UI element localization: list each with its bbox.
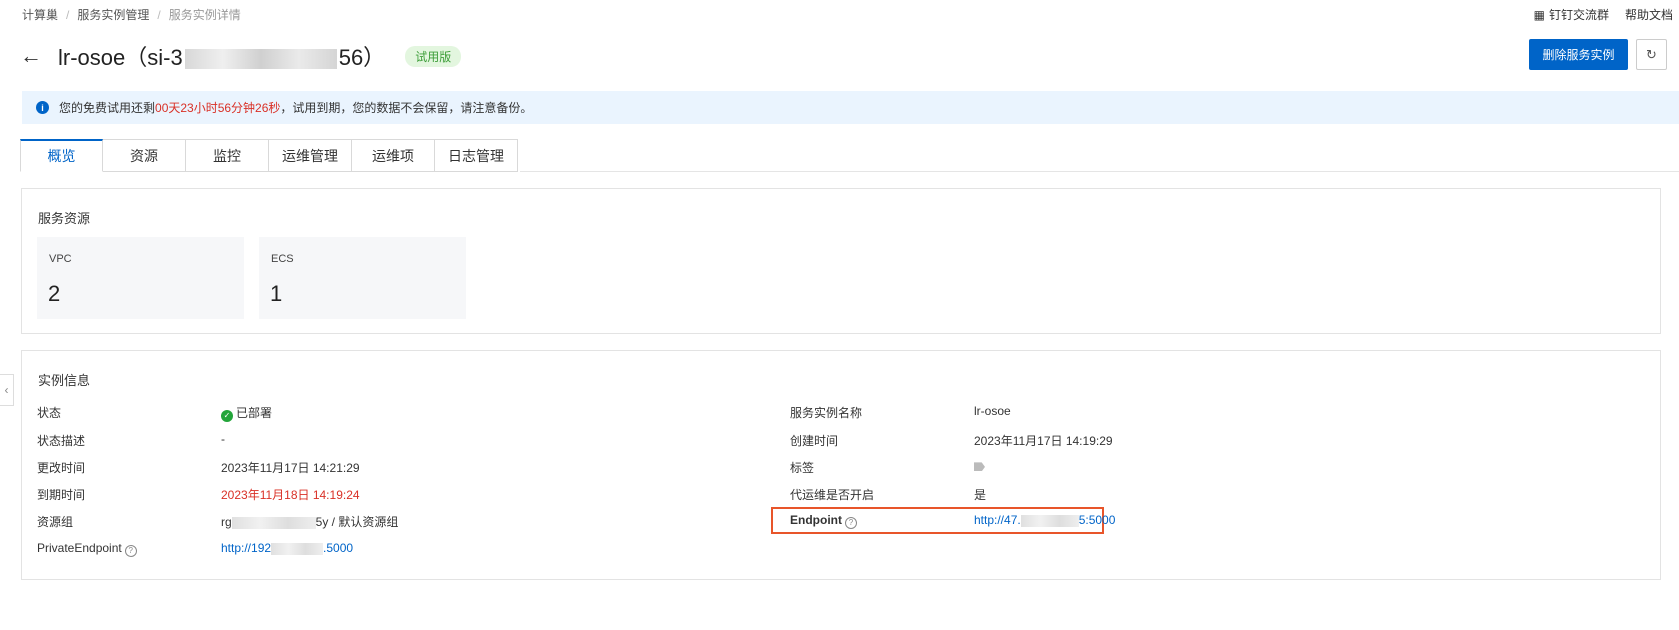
expire-time-label: 到期时间 — [37, 488, 86, 502]
stat-value: 1 — [270, 281, 283, 306]
created-time-label: 创建时间 — [790, 434, 839, 448]
managed-ops-value: 是 — [974, 488, 987, 502]
endpoint-suffix: 5:5000 — [1078, 513, 1116, 527]
breadcrumb-separator: / — [157, 7, 161, 22]
stat-label: VPC — [49, 253, 72, 265]
help-circle-icon[interactable]: ? — [844, 517, 857, 529]
stat-value: 2 — [48, 281, 61, 306]
redacted-id — [184, 49, 337, 70]
check-circle-icon: ✓ — [221, 410, 233, 422]
modified-time-value: 2023年11月17日 14:21:29 — [221, 461, 360, 475]
title-prefix: lr-osoe（si-3 — [58, 45, 183, 70]
help-circle-icon[interactable]: ? — [124, 545, 137, 557]
breadcrumb: 计算巢 / 服务实例管理 / 服务实例详情 — [22, 6, 241, 23]
instance-name-value: lr-osoe — [974, 404, 1011, 418]
endpoint-label: Endpoint? — [790, 513, 857, 529]
status-value: ✓ 已部署 — [221, 404, 272, 422]
created-time-value: 2023年11月17日 14:19:29 — [974, 434, 1113, 448]
service-resources-card: 服务资源 VPC 2 ECS 1 — [21, 188, 1661, 334]
qrcode-icon: ▦ — [1533, 7, 1545, 22]
tab-divider — [520, 171, 1679, 172]
private-endpoint-prefix: http://192 — [221, 541, 272, 555]
tab-ops-items[interactable]: 运维项 — [352, 139, 435, 172]
help-label: 帮助文档 — [1624, 8, 1673, 22]
chevron-left-icon: ‹ — [4, 383, 9, 397]
vpc-stat[interactable]: VPC 2 — [37, 237, 244, 319]
private-endpoint-text: PrivateEndpoint — [37, 541, 122, 555]
tag-edit[interactable] — [974, 459, 985, 473]
resource-group-value: rg 5y / 默认资源组 — [221, 513, 398, 530]
tab-overview[interactable]: 概览 — [20, 139, 103, 172]
trial-notice: i 您的免费试用还剩 00天23小时56分钟26秒 ，试用到期，您的数据不会保留… — [22, 91, 1679, 124]
instance-name-label: 服务实例名称 — [790, 406, 863, 420]
tag-label: 标签 — [790, 461, 815, 475]
card-title: 服务资源 — [38, 211, 91, 226]
trial-countdown: 00天23小时56分钟26秒 — [155, 101, 281, 115]
top-links: ▦ 钉钉交流群 帮助文档 — [1534, 6, 1673, 23]
notice-suffix: ，试用到期，您的数据不会保留，请注意备份。 — [280, 101, 533, 115]
dingtalk-label: 钉钉交流群 — [1548, 8, 1609, 22]
title-suffix: 56） — [338, 45, 386, 70]
breadcrumb-item[interactable]: 计算巢 — [22, 6, 58, 23]
tab-log-management[interactable]: 日志管理 — [435, 139, 518, 172]
status-label: 状态 — [37, 406, 62, 420]
managed-ops-label: 代运维是否开启 — [790, 488, 875, 502]
tab-monitoring[interactable]: 监控 — [186, 139, 269, 172]
tab-ops-management[interactable]: 运维管理 — [269, 139, 352, 172]
private-endpoint-suffix: .5000 — [323, 541, 354, 555]
title-bar: ← lr-osoe（si-3 56） 试用版 — [20, 38, 462, 74]
notice-prefix: 您的免费试用还剩 — [59, 101, 156, 115]
resource-group-label: 资源组 — [37, 515, 74, 529]
tab-bar: 概览 资源 监控 运维管理 运维项 日志管理 — [20, 139, 518, 172]
card-title: 实例信息 — [38, 373, 91, 388]
endpoint-link[interactable]: http://47. 5:5000 — [974, 513, 1115, 527]
delete-instance-button[interactable]: 删除服务实例 — [1529, 39, 1628, 70]
page-title: lr-osoe（si-3 56） — [58, 40, 385, 72]
header-actions: 删除服务实例 ↻ — [1529, 39, 1667, 70]
back-arrow-icon[interactable]: ← — [20, 43, 48, 69]
refresh-icon: ↻ — [1646, 46, 1657, 62]
stat-label: ECS — [271, 253, 294, 265]
trial-badge: 试用版 — [405, 45, 462, 67]
info-icon: i — [36, 101, 49, 114]
sidebar-collapse-toggle[interactable]: ‹ — [0, 374, 14, 406]
breadcrumb-current: 服务实例详情 — [168, 8, 241, 22]
status-text: 已部署 — [236, 406, 273, 420]
ecs-stat[interactable]: ECS 1 — [259, 237, 466, 319]
expire-time-value: 2023年11月18日 14:19:24 — [221, 488, 360, 502]
rg-prefix: rg — [221, 515, 232, 529]
dingtalk-link[interactable]: ▦ 钉钉交流群 — [1534, 6, 1609, 23]
breadcrumb-item[interactable]: 服务实例管理 — [77, 6, 149, 23]
endpoint-text: Endpoint — [790, 513, 842, 527]
private-endpoint-label: PrivateEndpoint? — [37, 541, 137, 557]
status-desc-value: - — [221, 432, 225, 446]
modified-time-label: 更改时间 — [37, 461, 86, 475]
redacted-text — [231, 516, 316, 529]
tag-icon — [974, 462, 985, 472]
redacted-text — [271, 542, 324, 555]
status-desc-label: 状态描述 — [37, 434, 86, 448]
rg-suffix: 5y / 默认资源组 — [315, 515, 399, 529]
redacted-text — [1020, 514, 1079, 527]
tab-resources[interactable]: 资源 — [103, 139, 186, 172]
help-link[interactable]: 帮助文档 — [1625, 6, 1673, 23]
breadcrumb-separator: / — [66, 7, 70, 22]
refresh-button[interactable]: ↻ — [1636, 39, 1667, 70]
endpoint-prefix: http://47. — [974, 513, 1021, 527]
private-endpoint-link[interactable]: http://192 .5000 — [221, 541, 353, 555]
